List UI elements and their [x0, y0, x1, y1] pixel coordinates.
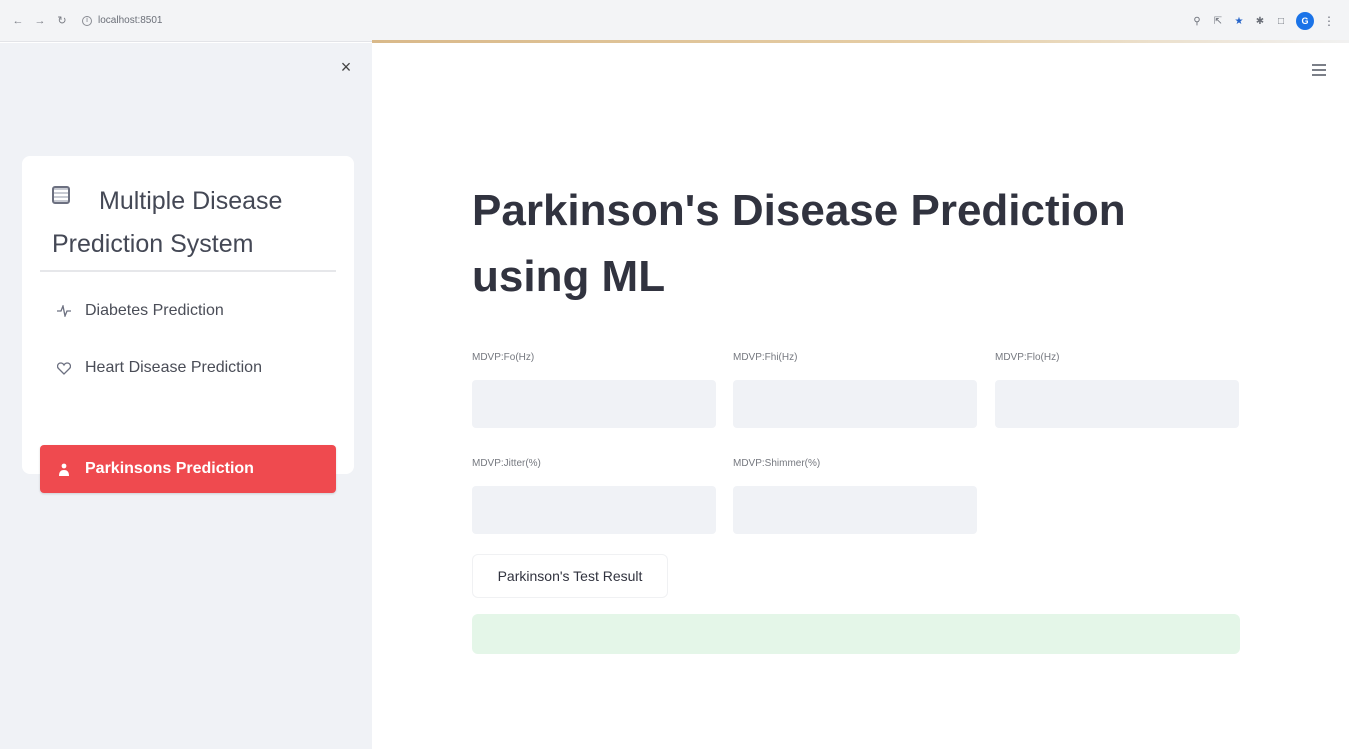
test-result-button[interactable]: Parkinson's Test Result	[472, 554, 668, 598]
more-menu-icon[interactable]: ⋮	[1323, 14, 1335, 28]
profile-avatar[interactable]: G	[1296, 12, 1314, 30]
forward-icon[interactable]: →	[32, 13, 48, 29]
browser-actions: ⚲ ⇱ ★ ✱ □ G ⋮	[1191, 12, 1335, 30]
bookmark-star-icon[interactable]: ★	[1233, 15, 1245, 27]
option-menu: Multiple Disease Prediction System Diabe…	[22, 156, 354, 493]
activity-icon	[56, 303, 72, 319]
field-label-jitter: MDVP:Jitter(%)	[472, 458, 541, 469]
sidebar-item-label: Parkinsons Prediction	[85, 460, 254, 477]
menu-title: Multiple Disease Prediction System	[52, 187, 283, 258]
result-message	[472, 614, 1240, 654]
close-sidebar-button[interactable]: ×	[336, 57, 356, 77]
reload-icon[interactable]: ↻	[54, 13, 70, 29]
extensions-icon[interactable]: ✱	[1254, 15, 1266, 27]
flo-input[interactable]	[995, 380, 1239, 428]
page-title: Parkinson's Disease Prediction using ML	[472, 186, 1126, 301]
loading-progress-line	[372, 40, 1349, 43]
sidebar-item-label: Diabetes Prediction	[85, 302, 224, 319]
person-icon	[56, 461, 72, 477]
field-label-shimmer: MDVP:Shimmer(%)	[733, 458, 821, 469]
sidebar-item-heart[interactable]: Heart Disease Prediction	[40, 344, 336, 392]
jitter-input[interactable]	[472, 486, 716, 534]
field-label-flo: MDVP:Flo(Hz)	[995, 352, 1060, 363]
menu-divider	[40, 270, 336, 272]
sidebar-item-diabetes[interactable]: Diabetes Prediction	[40, 287, 336, 335]
hamburger-menu-icon[interactable]	[1310, 62, 1328, 78]
heart-icon	[56, 360, 72, 376]
fo-input[interactable]	[472, 380, 716, 428]
zoom-icon[interactable]: ⚲	[1191, 15, 1203, 27]
url-text: localhost:8501	[98, 15, 163, 26]
field-label-fo: MDVP:Fo(Hz)	[472, 352, 535, 363]
sidebar-item-label: Heart Disease Prediction	[85, 359, 262, 376]
close-icon: ×	[340, 56, 352, 77]
sidebar: × Multiple Disease Prediction System Dia…	[0, 43, 372, 749]
fhi-input[interactable]	[733, 380, 977, 428]
browser-toolbar: ← → ↻ i localhost:8501 ⚲ ⇱ ★ ✱ □ G ⋮	[0, 0, 1349, 42]
sidebar-item-parkinsons[interactable]: Parkinsons Prediction	[40, 445, 336, 493]
sidepanel-icon[interactable]: □	[1275, 15, 1287, 27]
field-label-fhi: MDVP:Fhi(Hz)	[733, 352, 798, 363]
back-icon[interactable]: ←	[10, 13, 26, 29]
info-icon[interactable]: i	[82, 15, 92, 26]
address-bar[interactable]: i localhost:8501	[82, 15, 163, 26]
share-icon[interactable]: ⇱	[1212, 15, 1224, 27]
shimmer-input[interactable]	[733, 486, 977, 534]
